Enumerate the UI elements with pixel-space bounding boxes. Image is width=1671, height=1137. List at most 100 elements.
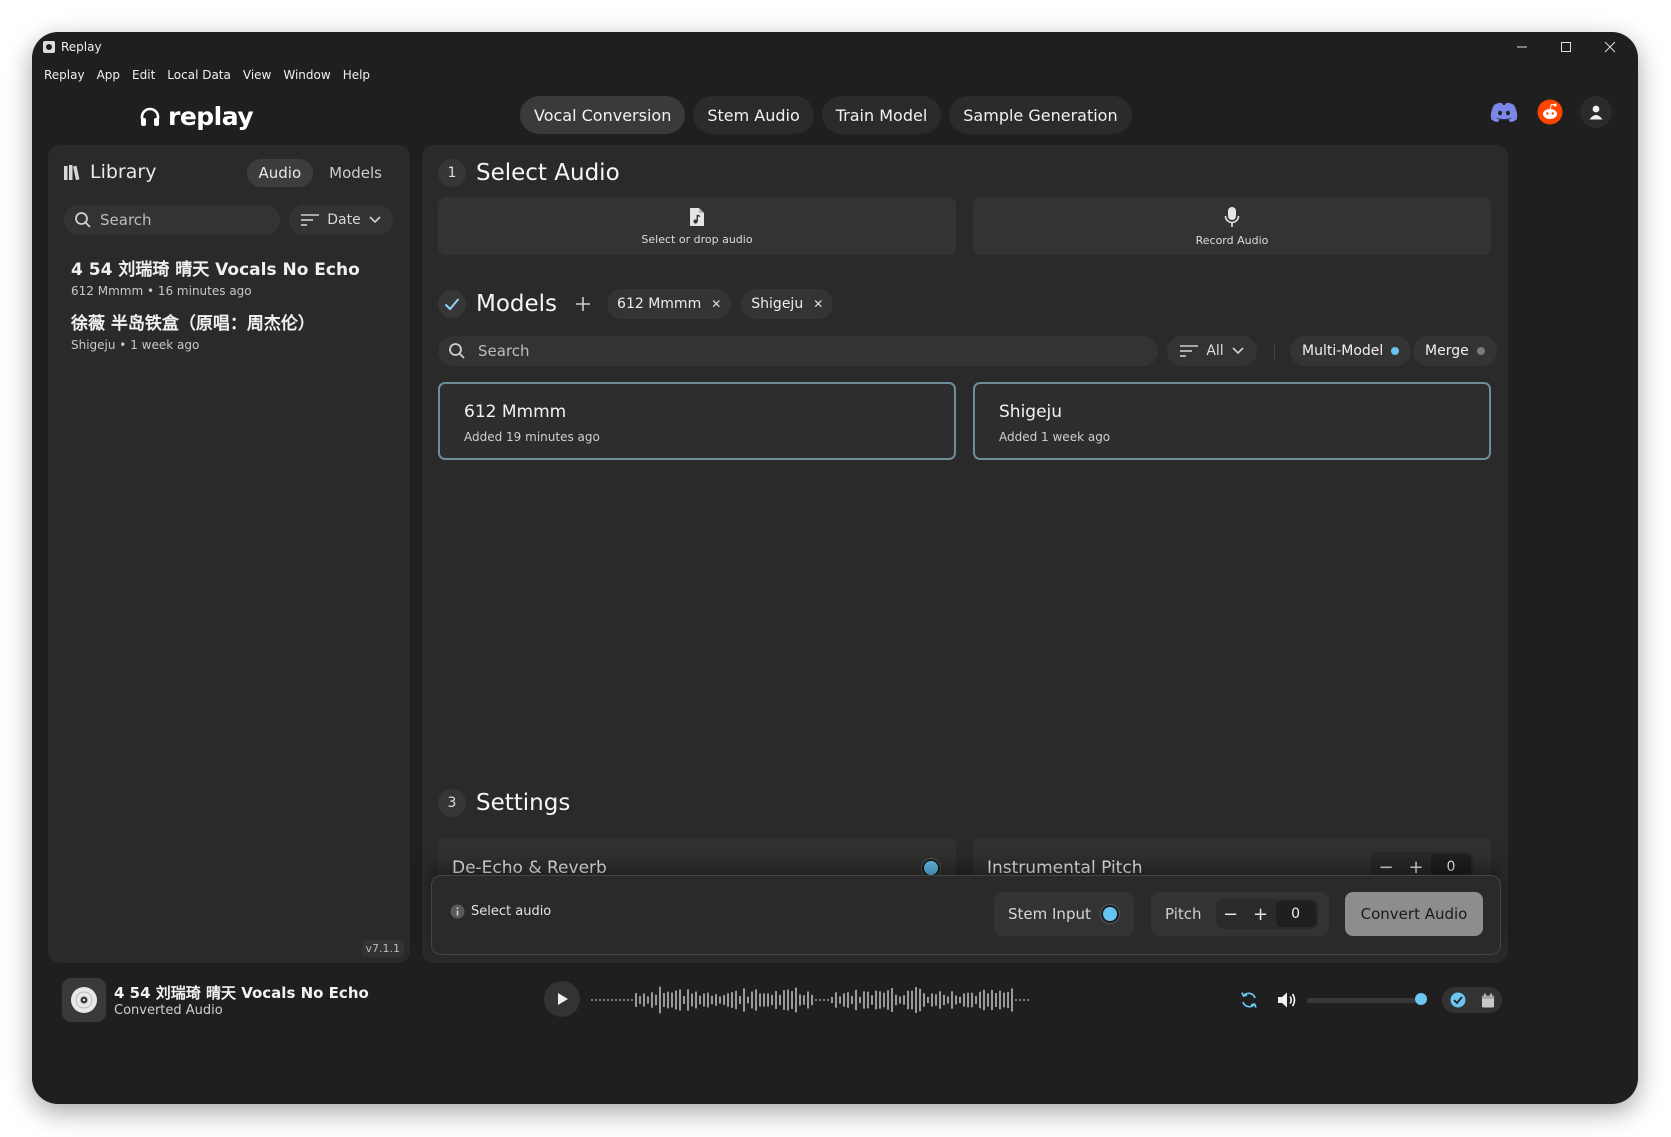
waveform-bar: [967, 992, 969, 1008]
reddit-button[interactable]: [1534, 96, 1566, 128]
library-title-text: Library: [90, 161, 157, 183]
disc-icon: [71, 987, 97, 1013]
library-tab-audio[interactable]: Audio: [246, 159, 314, 187]
decrement-button[interactable]: −: [1216, 899, 1246, 929]
title-bar: Replay: [32, 32, 1638, 62]
waveform-bar: [863, 991, 865, 1009]
waveform-bar: [631, 999, 633, 1001]
close-button[interactable]: [1588, 32, 1632, 62]
play-button[interactable]: [544, 981, 580, 1017]
waveform-bar: [711, 995, 713, 1005]
volume-slider[interactable]: [1307, 998, 1427, 1003]
repeat-button[interactable]: [1237, 988, 1261, 1012]
multi-model-toggle[interactable]: Multi-Model: [1290, 336, 1412, 366]
record-audio-label: Record Audio: [1195, 233, 1269, 247]
main-panel: 1 Select Audio Select or drop audio Reco…: [422, 145, 1508, 963]
waveform-bar: [871, 995, 873, 1005]
stem-input-toggle[interactable]: Stem Input: [994, 892, 1134, 936]
header-icons: [1488, 96, 1612, 128]
model-chip[interactable]: Shigeju ✕: [741, 289, 834, 319]
menu-window[interactable]: Window: [277, 68, 336, 82]
waveform-bar: [1007, 991, 1009, 1009]
tab-train-model[interactable]: Train Model: [821, 96, 942, 134]
stem-input-indicator: [1100, 905, 1119, 923]
library-item-meta: 612 Mmmm • 16 minutes ago: [71, 284, 252, 298]
library-item[interactable]: 4 54 刘瑞琦 晴天 Vocals No Echo 612 Mmmm • 16…: [71, 255, 360, 298]
tab-vocal-conversion[interactable]: Vocal Conversion: [520, 96, 686, 134]
waveform-bar: [851, 995, 853, 1005]
waveform-bar: [887, 990, 889, 1010]
merge-toggle[interactable]: Merge: [1413, 336, 1497, 366]
waveform-bar: [735, 990, 737, 1010]
convert-audio-button[interactable]: Convert Audio: [1345, 892, 1483, 936]
model-chip[interactable]: 612 Mmmm ✕: [607, 289, 732, 319]
minimize-button[interactable]: [1500, 32, 1544, 62]
waveform-bar: [919, 988, 921, 1012]
increment-button[interactable]: +: [1246, 899, 1276, 929]
model-search-placeholder: Search: [478, 342, 530, 360]
pitch-control: Pitch − + 0: [1151, 892, 1329, 936]
waveform-bar: [795, 987, 797, 1013]
reddit-icon: [1537, 99, 1563, 125]
waveform-bar: [615, 999, 617, 1001]
waveform-bar: [875, 990, 877, 1010]
remove-chip-icon[interactable]: ✕: [711, 297, 721, 311]
waveform-bar: [823, 999, 825, 1001]
model-card[interactable]: Shigeju Added 1 week ago: [973, 382, 1491, 460]
menu-view[interactable]: View: [237, 68, 277, 82]
model-search-input[interactable]: Search: [438, 336, 1158, 366]
discord-button[interactable]: [1488, 96, 1520, 128]
waveform-bar: [595, 999, 597, 1001]
waveform-bar: [707, 992, 709, 1008]
select-audio-button[interactable]: Select or drop audio: [438, 197, 956, 255]
waveform-bar: [675, 990, 677, 1010]
waveform-bar: [719, 996, 721, 1004]
waveform-bar: [811, 994, 813, 1006]
waveform-bar: [1019, 999, 1021, 1001]
calendar-icon[interactable]: [1481, 993, 1495, 1008]
waveform-bar: [663, 993, 665, 1007]
waveform-bar: [827, 999, 829, 1001]
menu-edit[interactable]: Edit: [126, 68, 161, 82]
waveform-bar: [943, 994, 945, 1006]
volume-slider-handle[interactable]: [1415, 993, 1427, 1005]
library-tab-models[interactable]: Models: [317, 159, 394, 187]
waveform[interactable]: [590, 978, 1030, 1022]
library-item-name: 4 54 刘瑞琦 晴天 Vocals No Echo: [71, 260, 360, 280]
pitch-label: Pitch: [1165, 905, 1202, 923]
main-nav: Vocal Conversion Stem Audio Train Model …: [520, 96, 1132, 134]
remove-chip-icon[interactable]: ✕: [813, 297, 823, 311]
app-header: replay Vocal Conversion Stem Audio Train…: [32, 92, 1638, 152]
model-card[interactable]: 612 Mmmm Added 19 minutes ago: [438, 382, 956, 460]
play-icon: [558, 993, 568, 1005]
waveform-bar: [679, 989, 681, 1011]
menu-local-data[interactable]: Local Data: [161, 68, 237, 82]
file-audio-icon: [690, 207, 704, 226]
select-audio-label: Select or drop audio: [641, 232, 753, 246]
model-filter-label: All: [1206, 343, 1224, 359]
menu-help[interactable]: Help: [337, 68, 376, 82]
add-model-icon[interactable]: [575, 296, 591, 312]
record-audio-button[interactable]: Record Audio: [973, 197, 1491, 255]
waveform-bar: [783, 990, 785, 1010]
maximize-button[interactable]: [1544, 32, 1588, 62]
info-icon: [450, 904, 465, 919]
tab-sample-generation[interactable]: Sample Generation: [949, 96, 1132, 134]
step-number: 3: [438, 789, 466, 817]
waveform-bar: [639, 996, 641, 1004]
volume-button[interactable]: [1275, 988, 1299, 1012]
check-circle-icon[interactable]: [1450, 992, 1466, 1008]
menu-app[interactable]: App: [91, 68, 126, 82]
menu-replay[interactable]: Replay: [38, 68, 91, 82]
sort-icon: [1180, 345, 1199, 357]
library-sort-dropdown[interactable]: Date: [289, 205, 393, 235]
waveform-bar: [759, 993, 761, 1007]
account-button[interactable]: [1580, 96, 1612, 128]
library-item[interactable]: 徐薇 半岛铁盒（原唱：周杰伦） Shigeju • 1 week ago: [71, 309, 315, 352]
waveform-bar: [855, 989, 857, 1011]
tab-stem-audio[interactable]: Stem Audio: [693, 96, 814, 134]
library-search-input[interactable]: Search: [64, 205, 280, 235]
model-filter-dropdown[interactable]: All: [1167, 336, 1257, 366]
pitch-value[interactable]: 0: [1275, 901, 1316, 927]
waveform-bar: [815, 999, 817, 1001]
